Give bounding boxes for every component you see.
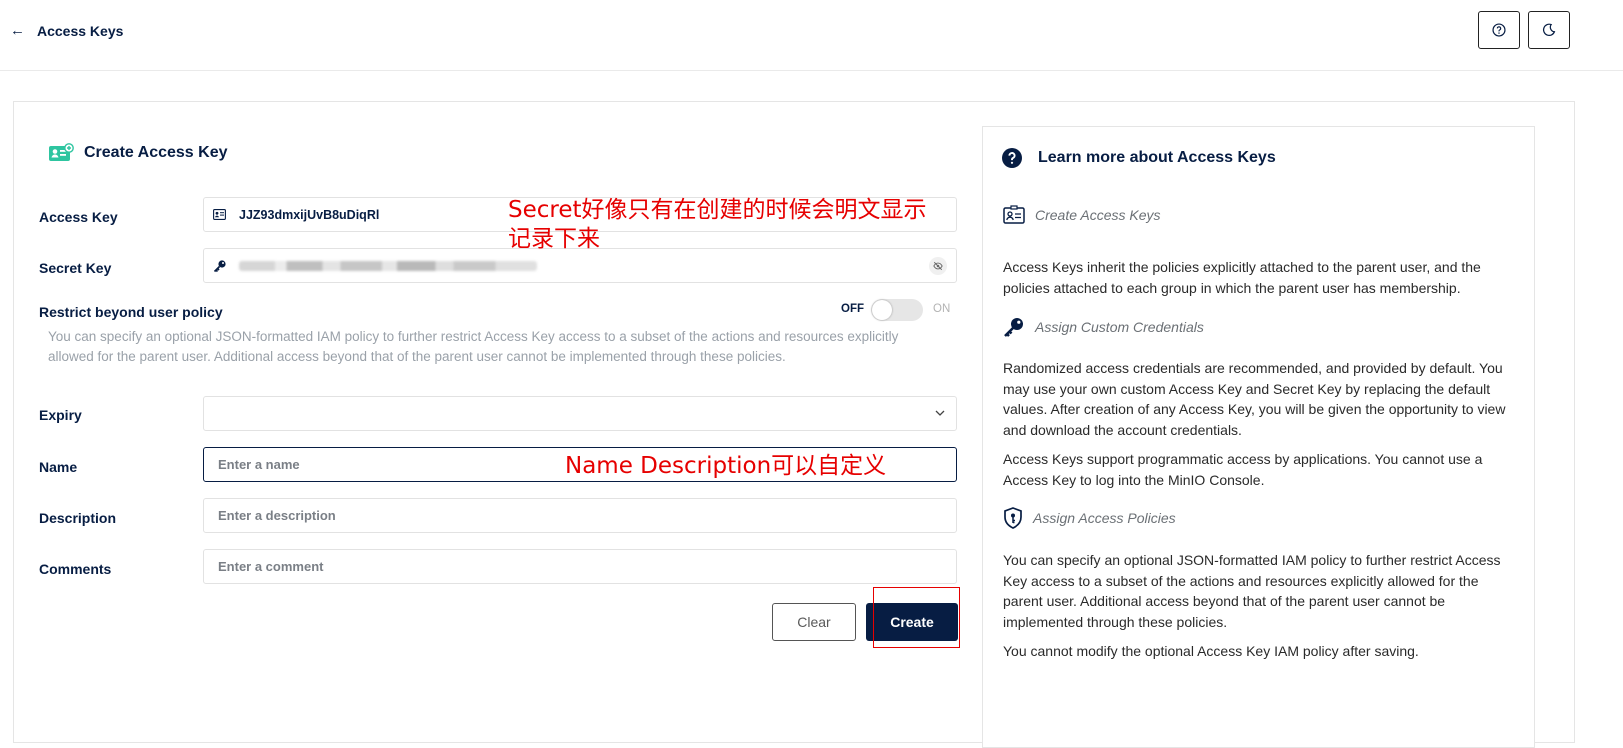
help-heading: Learn more about Access Keys — [1002, 148, 1276, 168]
id-card-icon — [213, 209, 227, 220]
key-icon — [1004, 318, 1023, 337]
shield-icon — [1004, 507, 1022, 529]
toggle-on-label: ON — [933, 303, 951, 315]
access-key-value: JJZ93dmxijUvB8uDiqRl — [239, 207, 380, 222]
help-subtitle-label: Assign Custom Credentials — [1035, 319, 1204, 335]
annotation-secret-line2: 记录下来 — [508, 226, 600, 252]
clear-button[interactable]: Clear — [772, 603, 856, 641]
id-card-icon — [1003, 205, 1025, 224]
top-bar: ← Access Keys — [0, 0, 1623, 71]
annotation-secret-note: Secret好像只有在创建的时候会明文显示 记录下来 — [508, 196, 927, 254]
comments-label: Comments — [39, 561, 112, 577]
secret-key-label: Secret Key — [39, 260, 112, 276]
help-subtitle-policies: Assign Access Policies — [1003, 507, 1176, 529]
help-paragraph: Randomized access credentials are recomm… — [1003, 360, 1506, 438]
theme-toggle-button[interactable] — [1528, 11, 1570, 49]
description-input[interactable]: Enter a description — [203, 498, 957, 533]
annotation-secret-line1: Secret好像只有在创建的时候会明文显示 — [508, 197, 927, 223]
restrict-policy-description: You can specify an optional JSON-formatt… — [48, 329, 899, 364]
name-label: Name — [39, 459, 78, 475]
name-placeholder: Enter a name — [218, 457, 300, 472]
help-subtitle-label: Create Access Keys — [1035, 206, 1161, 223]
arrow-left-icon: ← — [10, 22, 25, 39]
annotation-highlight-box — [873, 587, 960, 648]
access-key-card-icon — [49, 143, 74, 161]
help-button[interactable] — [1478, 11, 1520, 49]
description-placeholder: Enter a description — [218, 508, 336, 523]
restrict-policy-label: Restrict beyond user policy — [39, 304, 223, 320]
help-subtitle-label: Assign Access Policies — [1033, 510, 1176, 526]
expiry-label: Expiry — [39, 407, 82, 423]
toggle-off-label: OFF — [841, 303, 864, 315]
annotation-name-note: Name Description可以自定义 — [565, 453, 887, 479]
secret-key-masked-value — [239, 260, 537, 271]
chevron-down-icon — [934, 407, 946, 422]
help-subtitle-create: Create Access Keys — [1003, 205, 1161, 224]
help-paragraph: Access Keys inherit the policies explici… — [1003, 259, 1481, 296]
eye-off-icon[interactable] — [929, 257, 947, 275]
expiry-select[interactable] — [203, 396, 957, 431]
comments-input[interactable]: Enter a comment — [203, 549, 957, 584]
key-icon — [213, 259, 227, 273]
back-label: Access Keys — [37, 22, 124, 39]
help-filled-icon — [1002, 148, 1022, 168]
access-key-label: Access Key — [39, 209, 118, 225]
moon-icon — [1542, 23, 1556, 36]
help-title: Learn more about Access Keys — [1038, 149, 1276, 166]
toggle-knob — [872, 300, 892, 320]
help-subtitle-credentials: Assign Custom Credentials — [1003, 316, 1204, 338]
back-button[interactable]: ← Access Keys — [10, 22, 123, 39]
form-heading: Create Access Key — [48, 143, 228, 163]
help-circle-icon — [1492, 23, 1506, 37]
help-paragraph: You cannot modify the optional Access Ke… — [1003, 643, 1419, 659]
help-paragraph: Access Keys support programmatic access … — [1003, 451, 1483, 488]
help-paragraph: You can specify an optional JSON-formatt… — [1003, 552, 1501, 630]
comments-placeholder: Enter a comment — [218, 559, 324, 574]
form-title: Create Access Key — [84, 144, 228, 161]
description-label: Description — [39, 510, 117, 526]
restrict-policy-toggle[interactable] — [871, 299, 923, 321]
